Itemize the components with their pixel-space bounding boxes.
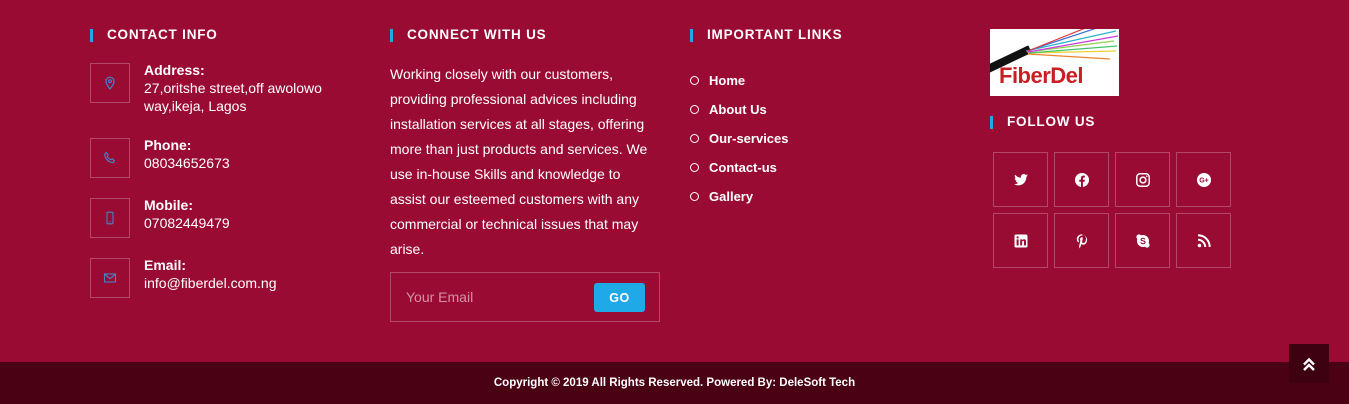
important-links-heading: IMPORTANT LINKS	[690, 28, 843, 42]
site-footer: CONTACT INFO Address: 27,oritshe street,…	[0, 0, 1349, 362]
facebook-icon[interactable]	[1054, 152, 1109, 207]
mobile-icon	[90, 198, 130, 238]
mobile-title: Mobile:	[144, 197, 193, 213]
address-title: Address:	[144, 62, 205, 78]
linkedin-icon[interactable]	[993, 213, 1048, 268]
skype-icon[interactable]	[1115, 213, 1170, 268]
google-plus-icon[interactable]: G+	[1176, 152, 1231, 207]
link-gallery[interactable]: Gallery	[709, 189, 753, 204]
newsletter-form: GO	[390, 272, 660, 322]
copyright-bar: Copyright © 2019 All Rights Reserved. Po…	[0, 362, 1349, 404]
phone-icon	[90, 138, 130, 178]
mobile-number[interactable]: 07082449479	[144, 215, 230, 231]
map-pin-icon	[90, 63, 130, 103]
phone-number[interactable]: 08034652673	[144, 155, 230, 171]
rss-icon[interactable]	[1176, 213, 1231, 268]
logo-text: FiberDel	[999, 63, 1084, 88]
connect-description: Working closely with our customers, prov…	[390, 66, 648, 257]
link-contact-us[interactable]: Contact-us	[709, 160, 777, 175]
contact-info-heading: CONTACT INFO	[90, 28, 218, 42]
circle-bullet-icon	[690, 163, 699, 172]
circle-bullet-icon	[690, 105, 699, 114]
scroll-to-top-button[interactable]	[1289, 344, 1329, 383]
list-item: Our-services	[690, 124, 789, 153]
important-links-list: Home About Us Our-services Contact-us Ga…	[690, 66, 789, 211]
twitter-icon[interactable]	[993, 152, 1048, 207]
follow-us-heading: FOLLOW US	[990, 115, 1095, 129]
pinterest-icon[interactable]	[1054, 213, 1109, 268]
newsletter-email-input[interactable]	[391, 273, 591, 321]
list-item: Contact-us	[690, 153, 789, 182]
list-item: Gallery	[690, 182, 789, 211]
list-item: Home	[690, 66, 789, 95]
circle-bullet-icon	[690, 76, 699, 85]
address-line-2: way,ikeja, Lagos	[144, 98, 247, 114]
fiberdel-logo[interactable]: FiberDel	[990, 29, 1119, 96]
copyright-text: Copyright © 2019 All Rights Reserved. Po…	[493, 377, 856, 389]
email-address[interactable]: info@fiberdel.com.ng	[144, 275, 277, 291]
link-home[interactable]: Home	[709, 73, 745, 88]
phone-title: Phone:	[144, 137, 192, 153]
email-title: Email:	[144, 257, 187, 273]
newsletter-go-button[interactable]: GO	[594, 283, 645, 312]
svg-text:G+: G+	[1199, 177, 1209, 184]
instagram-icon[interactable]	[1115, 152, 1170, 207]
circle-bullet-icon	[690, 192, 699, 201]
address-line-1: 27,oritshe street,off awolowo	[144, 80, 322, 96]
double-chevron-up-icon	[1303, 357, 1315, 371]
list-item: About Us	[690, 95, 789, 124]
envelope-icon	[90, 258, 130, 298]
connect-heading: CONNECT WITH US	[390, 28, 547, 42]
link-our-services[interactable]: Our-services	[709, 131, 789, 146]
link-about-us[interactable]: About Us	[709, 102, 767, 117]
circle-bullet-icon	[690, 134, 699, 143]
